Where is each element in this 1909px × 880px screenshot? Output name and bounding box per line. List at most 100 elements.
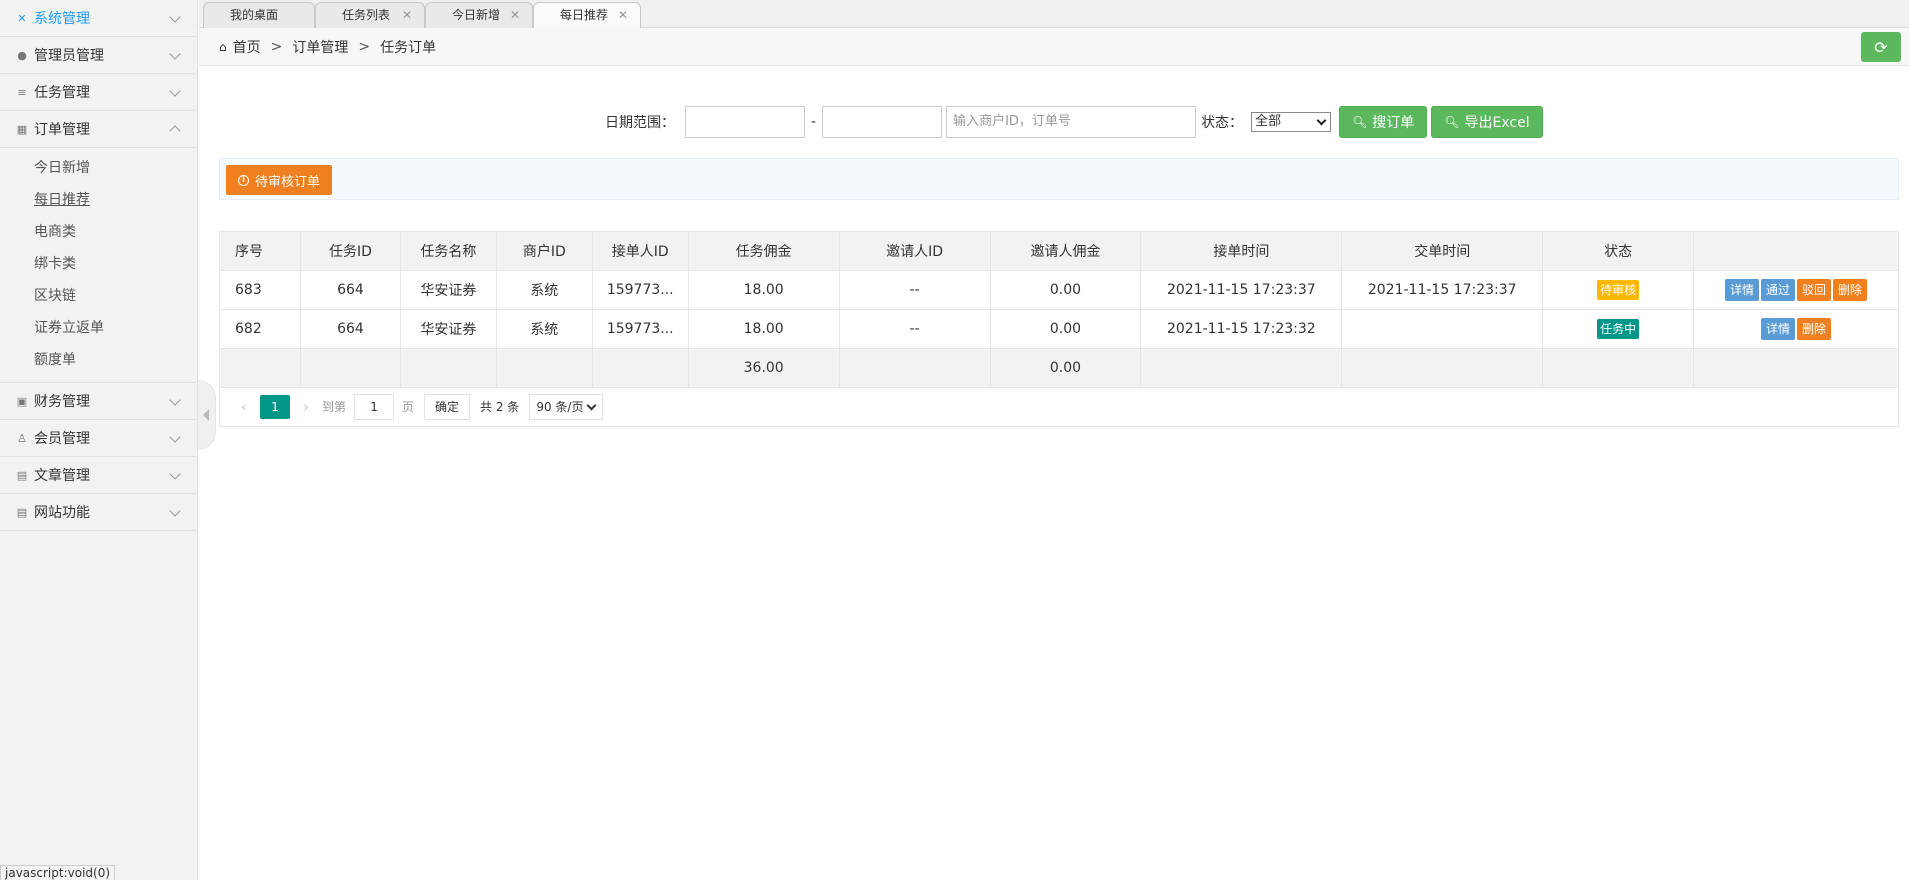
breadcrumb: ⌂ 首页 > 订单管理 > 任务订单 ⟳ xyxy=(199,28,1909,66)
tab-label: 今日新增 xyxy=(452,8,501,22)
info-icon: i xyxy=(238,174,249,186)
pending-orders-button[interactable]: i 待审核订单 xyxy=(226,165,333,195)
delete-button[interactable]: 删除 xyxy=(1797,318,1832,340)
approve-button[interactable]: 通过 xyxy=(1761,279,1796,301)
close-icon[interactable]: ✕ xyxy=(402,3,412,27)
search-orders-button[interactable]: 🔍︎ 搜订单 xyxy=(1339,106,1428,138)
detail-button[interactable]: 详情 xyxy=(1761,318,1796,340)
submenu-item-securities[interactable]: 证券立返单 xyxy=(0,312,197,344)
menu-member[interactable]: ♙ 会员管理 xyxy=(0,420,197,457)
close-icon[interactable]: ✕ xyxy=(510,3,520,27)
submenu-label: 今日新增 xyxy=(34,160,90,176)
tab-desktop[interactable]: 我的桌面 xyxy=(203,2,315,28)
submenu-item-today-new[interactable]: 今日新增 xyxy=(0,152,197,184)
submenu-item-ecommerce[interactable]: 电商类 xyxy=(0,216,197,248)
page-size-select[interactable]: 90 条/页 xyxy=(529,393,604,420)
search-icon: 🔍︎ xyxy=(1352,115,1368,129)
cell-inviter-commission: 0.00 xyxy=(989,270,1142,310)
detail-button[interactable]: 详情 xyxy=(1724,279,1759,301)
cell-take-time: 2021-11-15 17:23:37 xyxy=(1140,270,1343,310)
menu-label: 系统管理 xyxy=(34,11,90,27)
refresh-icon: ⟳ xyxy=(1874,37,1888,57)
tab-label: 每日推荐 xyxy=(560,8,609,22)
cell-task-id: 664 xyxy=(299,270,401,310)
submenu-item-bind-card[interactable]: 绑卡类 xyxy=(0,248,197,280)
col-header: 接单人ID xyxy=(591,231,689,271)
cell-inviter: -- xyxy=(838,270,991,310)
col-header: 邀请人ID xyxy=(838,231,991,271)
database-icon: ≡ xyxy=(17,85,27,99)
status-select[interactable]: 全部 xyxy=(1251,112,1332,132)
tab-task-list[interactable]: 任务列表 ✕ xyxy=(315,2,425,28)
search-icon: 🔍︎ xyxy=(1444,115,1460,129)
prev-page-icon[interactable]: ‹ xyxy=(234,397,254,416)
next-page-icon[interactable]: › xyxy=(296,397,316,416)
col-header: 任务ID xyxy=(299,231,401,271)
menu-order[interactable]: ▦ 订单管理 xyxy=(0,111,197,148)
cell-merchant: 系统 xyxy=(495,270,593,310)
end-date-input[interactable] xyxy=(822,106,943,138)
menu-system[interactable]: ✕ 系统管理 xyxy=(0,0,197,37)
menu-label: 文章管理 xyxy=(34,468,90,484)
export-excel-button[interactable]: 🔍︎ 导出Excel xyxy=(1431,106,1543,138)
cell-status: 任务中 xyxy=(1542,309,1695,349)
breadcrumb-home[interactable]: 首页 xyxy=(233,37,261,57)
cell-take-time: 2021-11-15 17:23:32 xyxy=(1140,309,1343,349)
home-icon: ⌂ xyxy=(219,39,227,54)
reject-button[interactable]: 驳回 xyxy=(1797,279,1832,301)
cell-inviter-commission: 0.00 xyxy=(989,309,1142,349)
chevron-down-icon xyxy=(169,48,181,60)
pending-button-label: 待审核订单 xyxy=(255,174,321,190)
menu-label: 网站功能 xyxy=(34,505,90,521)
chevron-down-icon xyxy=(169,431,181,443)
menu-label: 财务管理 xyxy=(34,394,90,410)
refresh-button[interactable]: ⟳ xyxy=(1861,32,1901,62)
tab-label: 任务列表 xyxy=(342,8,391,22)
tab-daily-recommend[interactable]: 每日推荐 ✕ xyxy=(533,2,641,29)
submenu-item-daily-recommend[interactable]: 每日推荐 xyxy=(0,184,197,216)
sidebar-collapse-handle[interactable] xyxy=(198,380,216,450)
submenu-item-quota[interactable]: 额度单 xyxy=(0,344,197,376)
tab-label: 我的桌面 xyxy=(230,8,279,22)
goto-confirm-button[interactable]: 确定 xyxy=(424,393,471,420)
col-header: 邀请人佣金 xyxy=(989,231,1142,271)
member-icon: ♙ xyxy=(17,431,27,445)
start-date-input[interactable] xyxy=(685,106,805,138)
menu-finance[interactable]: ▣ 财务管理 xyxy=(0,383,197,420)
cell-submit-time: 2021-11-15 17:23:37 xyxy=(1341,270,1544,310)
chevron-down-icon xyxy=(169,505,181,517)
status-select-value: 全部 xyxy=(1255,114,1282,129)
globe-icon: ▤ xyxy=(16,505,28,519)
keyword-input[interactable]: 输入商户ID，订单号 xyxy=(946,106,1197,138)
menu-label: 管理员管理 xyxy=(34,48,104,64)
delete-button[interactable]: 删除 xyxy=(1833,279,1868,301)
chevron-up-icon xyxy=(169,125,181,137)
date-dash: - xyxy=(811,114,817,130)
cell-commission: 18.00 xyxy=(687,309,840,349)
cell-submit-time xyxy=(1341,309,1544,349)
cell-inviter: -- xyxy=(838,309,991,349)
col-header: 接单时间 xyxy=(1140,231,1343,271)
status-label: 状态： xyxy=(1201,115,1244,131)
submenu-label: 区块链 xyxy=(34,288,76,304)
page-1-button[interactable]: 1 xyxy=(260,394,290,419)
menu-task[interactable]: ≡ 任务管理 xyxy=(0,74,197,111)
menu-article[interactable]: ▤ 文章管理 xyxy=(0,457,197,494)
table-row: 682 664 华安证券 系统 159773... 18.00 -- 0.00 … xyxy=(219,309,1899,349)
goto-page-input[interactable]: 1 xyxy=(354,393,395,420)
menu-admin[interactable]: ● 管理员管理 xyxy=(0,37,197,74)
tab-today-new[interactable]: 今日新增 ✕ xyxy=(425,2,533,28)
sidebar: ✕ 系统管理 ● 管理员管理 ≡ 任务管理 ▦ 订单管理 今日新增 每日推荐 电… xyxy=(0,0,198,880)
col-header: 商户ID xyxy=(495,231,593,271)
close-icon[interactable]: ✕ xyxy=(618,3,628,27)
menu-site[interactable]: ▤ 网站功能 xyxy=(0,494,197,531)
submenu-label: 额度单 xyxy=(34,352,76,368)
menu-label: 任务管理 xyxy=(34,85,90,101)
breadcrumb-level1[interactable]: 订单管理 xyxy=(292,37,348,57)
total-commission: 36.00 xyxy=(687,348,840,388)
order-submenu: 今日新增 每日推荐 电商类 绑卡类 区块链 证券立返单 额度单 xyxy=(0,148,197,383)
submenu-item-blockchain[interactable]: 区块链 xyxy=(0,280,197,312)
calendar-icon: ▣ xyxy=(16,394,28,408)
document-icon: ▤ xyxy=(16,468,28,482)
col-header: 任务名称 xyxy=(399,231,497,271)
